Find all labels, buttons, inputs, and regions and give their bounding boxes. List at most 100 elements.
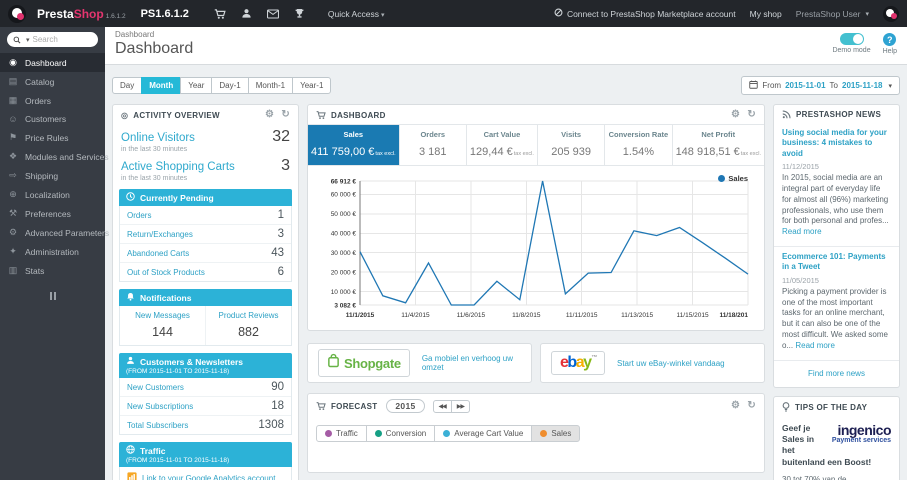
sidebar-collapse-button[interactable] [49,292,56,300]
panel-settings-icon[interactable]: ⚙ [731,110,740,120]
forecast-prev-button[interactable]: ◀◀ [432,399,452,413]
page-title: Dashboard [115,40,194,57]
shopgate-module-panel: Shopgate Ga mobiel en verhoog uw omzet [307,343,532,383]
panel-refresh-icon[interactable]: ↻ [747,401,756,411]
legend-dot-icon [540,430,548,437]
breadcrumb[interactable]: Dashboard [115,30,193,39]
customers-icon[interactable] [241,8,252,19]
kpi-cart-value[interactable]: Cart Value 129,44 €tax excl. [467,125,538,165]
shopgate-logo[interactable]: Shopgate [318,349,410,377]
sidebar-item-preferences[interactable]: ⚒ Preferences [0,204,105,223]
ebay-logo[interactable]: ebay™ [551,351,605,375]
svg-text:66 912 €: 66 912 € [331,178,357,185]
marketplace-link[interactable]: Connect to PrestaShop Marketplace accoun… [554,8,736,19]
forecast-legend-traffic[interactable]: Traffic [316,425,367,442]
demo-mode-label: Demo mode [832,47,871,54]
user-menu[interactable]: PrestaShop User ▾ [796,9,869,19]
ingenico-logo[interactable]: ingenico Payment services [825,423,892,445]
sidebar-item-advanced-parameters[interactable]: ⚙ Advanced Parameters [0,223,109,242]
tips-panel-title: TIPS OF THE DAY [795,402,868,412]
traffic-header: Traffic (FROM 2015-11-01 TO 2015-11-18) [119,442,292,467]
search-input[interactable] [32,35,92,44]
sidebar-item-dashboard[interactable]: ◉ Dashboard [0,53,105,72]
shop-name-link[interactable]: PS1.6.1.2 [141,8,189,20]
sidebar-search[interactable]: ▾ [7,32,98,47]
sidebar-item-stats[interactable]: ▥ Stats [0,261,105,280]
kpi-sales[interactable]: Sales 411 759,00 €tax excl. [308,125,400,165]
chart-legend[interactable]: Sales [718,174,748,183]
news-article-title[interactable]: Using social media for your business: 4 … [782,128,891,159]
online-visitors-link[interactable]: Online Visitors [121,132,195,144]
catalog-icon: ▤ [8,76,18,86]
sidebar-item-shipping[interactable]: ⇨ Shipping [0,166,105,185]
find-more-news-link[interactable]: Find more news [774,361,899,387]
cart-icon[interactable] [214,8,226,20]
messages-icon[interactable] [266,9,279,19]
quick-access-menu[interactable]: Quick Access ▾ [328,9,385,19]
active-carts-link[interactable]: Active Shopping Carts [121,161,235,173]
ebay-link[interactable]: Start uw eBay-winkel vandaag [617,359,725,368]
marketplace-icon [554,8,563,19]
search-scope-caret-icon[interactable]: ▾ [26,36,30,44]
active-carts-stat: Active Shopping Carts 3 in the last 30 mi… [121,157,290,182]
kpi-net-profit[interactable]: Net Profit 148 918,51 €tax excl. [673,125,764,165]
kpi-visits[interactable]: Visits 205 939 [538,125,606,165]
demo-mode-toggle[interactable] [839,33,864,45]
shopgate-link[interactable]: Ga mobiel en verhoog uw omzet [422,354,521,372]
activity-overview-title: ACTIVITY OVERVIEW [133,110,220,120]
help-button[interactable]: ? [883,33,897,46]
sidebar-item-customers[interactable]: ☺ Customers [0,110,105,128]
product-reviews-cell[interactable]: Product Reviews 882 [206,306,291,345]
svg-text:3 082 €: 3 082 € [334,302,356,309]
sidebar-item-price-rules[interactable]: ⚑ Price Rules [0,128,105,147]
kpi-conversion-rate[interactable]: Conversion Rate 1.54% [605,125,673,165]
panel-refresh-icon[interactable]: ↻ [281,110,290,120]
forecast-legend-conversion[interactable]: Conversion [365,425,436,442]
forecast-legend-average-cart-value[interactable]: Average Cart Value [434,425,533,442]
tab-day-1[interactable]: Day-1 [211,77,249,94]
my-shop-link[interactable]: My shop [750,9,782,19]
ebay-module-panel: ebay™ Start uw eBay-winkel vandaag [540,343,765,383]
tab-day[interactable]: Day [112,77,143,94]
read-more-link[interactable]: Read more [795,341,835,350]
sidebar-item-administration[interactable]: ✦ Administration [0,242,105,261]
forecast-next-button[interactable]: ▶▶ [450,399,470,413]
forecast-year-pill[interactable]: 2015 [386,399,425,413]
trophy-icon[interactable] [294,8,305,19]
news-panel-title: PRESTASHOP NEWS [796,110,882,119]
panel-settings-icon[interactable]: ⚙ [265,110,274,120]
tab-month[interactable]: Month [141,77,182,94]
google-analytics-link[interactable]: Link to your Google Analytics account [119,467,292,480]
forecast-legend-sales[interactable]: Sales [531,425,581,442]
legend-dot-icon [718,175,726,182]
user-avatar[interactable] [883,5,899,22]
notifications-header: Notifications [119,289,292,306]
date-range-button[interactable]: From 2015-11-01 To 2015-11-18 ▾ [741,76,900,95]
news-article-title[interactable]: Ecommerce 101: Payments in a Tweet [782,252,891,273]
dashboard-panel: DASHBOARD ⚙ ↻ Sales 411 759,00 €tax excl.… [307,104,765,331]
sidebar-item-orders[interactable]: ▦ Orders [0,91,105,110]
bell-icon [126,292,135,303]
orders-icon: ▦ [8,95,18,105]
tab-year-1[interactable]: Year-1 [292,77,332,94]
prestashop-logo[interactable] [8,4,26,23]
forecast-panel-title: FORECAST [331,401,378,411]
new-messages-cell[interactable]: New Messages 144 [120,306,206,345]
kpi-orders[interactable]: Orders 3 181 [400,125,467,165]
tab-month-1[interactable]: Month-1 [247,77,294,94]
sidebar-item-catalog[interactable]: ▤ Catalog [0,72,105,91]
tab-year[interactable]: Year [180,77,213,94]
svg-text:11/11/2015: 11/11/2015 [566,312,598,319]
advanced-parameters-icon: ⚙ [8,227,18,237]
read-more-link[interactable]: Read more [782,227,822,236]
dashboard-panel-title: DASHBOARD [331,110,386,120]
sidebar-item-modules[interactable]: ❖ Modules and Services [0,147,109,166]
period-tabs: Day Month Year Day-1 Month-1 Year-1 [112,77,332,94]
sales-chart: 11/1/2015 11/4/2015 11/6/2015 11/8/2015 11/1… [308,166,764,330]
customers-newsletters-list: New Customers 90 New Subscriptions 18 Tota… [119,378,292,435]
svg-text:11/13/2015: 11/13/2015 [621,312,653,319]
panel-refresh-icon[interactable]: ↻ [747,110,756,120]
panel-settings-icon[interactable]: ⚙ [731,401,740,411]
svg-text:11/1/2015: 11/1/2015 [346,312,375,319]
sidebar-item-localization[interactable]: ⊕ Localization [0,185,105,204]
